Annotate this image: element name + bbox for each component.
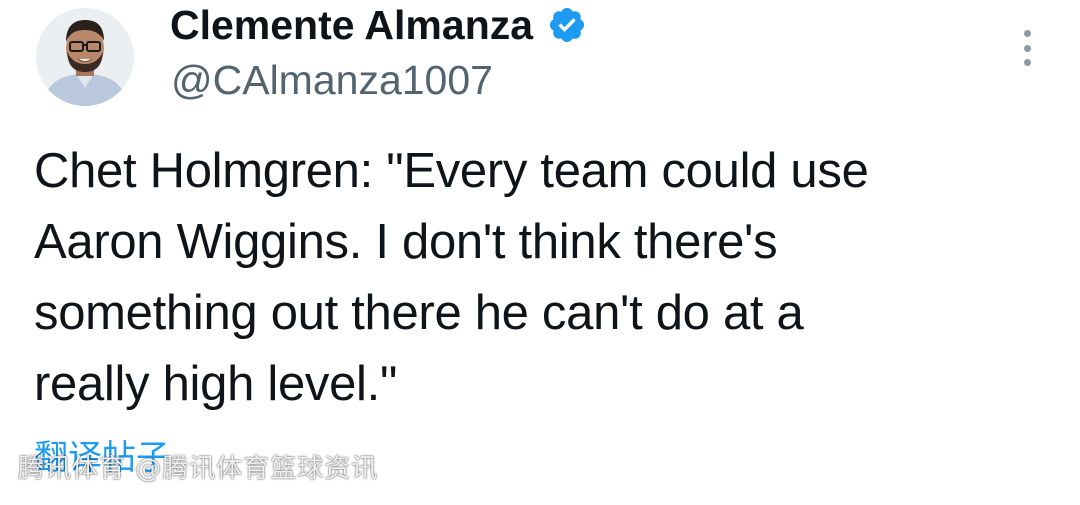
more-options-button[interactable] [1014,28,1040,68]
watermark: 腾讯体育 @腾讯体育篮球资讯 [18,454,379,484]
avatar[interactable] [36,8,134,106]
author-display-name[interactable]: Clemente Almanza [170,2,533,48]
more-vertical-icon [1023,30,1031,37]
more-vertical-icon [1023,44,1031,52]
tweet-card: Clemente Almanza @CAlmanza1007 Chet Holm… [0,0,1080,505]
avatar-photo-icon [36,8,134,106]
tweet-text: Chet Holmgren: "Every team could use Aar… [34,144,869,411]
more-vertical-icon [1023,59,1031,66]
verified-badge-icon [549,7,585,43]
author-handle[interactable]: @CAlmanza1007 [171,56,493,104]
author-name-row: Clemente Almanza [170,2,587,48]
